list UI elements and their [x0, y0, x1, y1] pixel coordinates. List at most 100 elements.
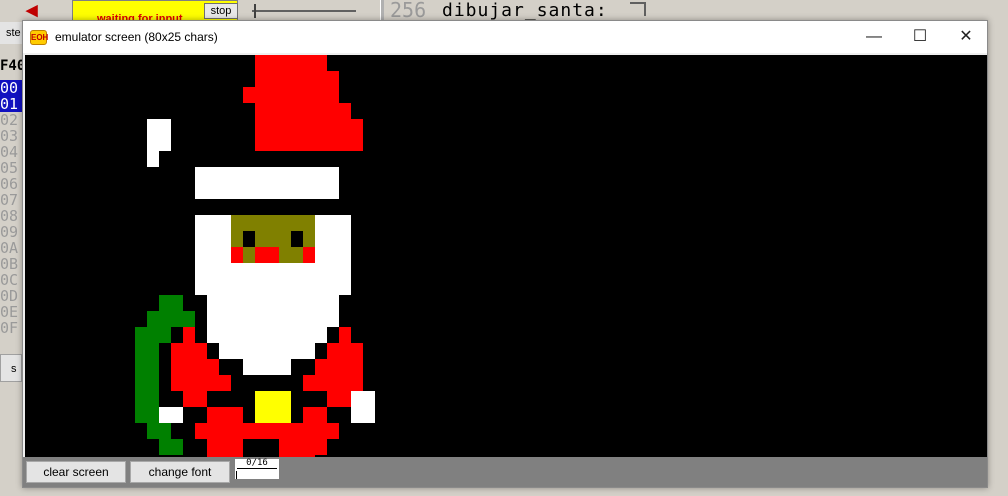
sprite-pixel — [219, 279, 231, 295]
side-button[interactable]: s — [0, 354, 22, 382]
sprite-pixel — [219, 359, 231, 375]
sprite-pixel — [291, 167, 303, 183]
step-back-icon[interactable]: ◀ — [26, 3, 42, 19]
sprite-pixel — [279, 375, 291, 391]
sprite-pixel — [279, 343, 291, 359]
sprite-pixel — [207, 279, 219, 295]
sprite-pixel — [303, 359, 315, 375]
sprite-pixel — [195, 183, 207, 199]
toolbar-divider — [380, 0, 384, 22]
sprite-pixel — [159, 375, 171, 391]
sprite-pixel — [315, 215, 327, 231]
sprite-pixel — [243, 183, 255, 199]
sprite-pixel — [291, 407, 303, 423]
memory-row: 0C — [0, 271, 19, 289]
minimize-button[interactable]: — — [851, 21, 897, 53]
sprite-pixel — [243, 279, 255, 295]
close-button[interactable]: ✕ — [943, 21, 989, 53]
sprite-pixel — [291, 327, 303, 343]
clear-screen-button[interactable]: clear screen — [26, 461, 126, 483]
sprite-pixel — [231, 391, 243, 407]
sprite-pixel — [135, 375, 147, 391]
sprite-pixel — [291, 263, 303, 279]
sprite-pixel — [315, 343, 327, 359]
sprite-pixel — [171, 375, 183, 391]
app-icon: ЕОН — [30, 30, 48, 45]
sprite-pixel — [267, 87, 279, 103]
santa-drawing — [135, 55, 375, 457]
sprite-pixel — [195, 215, 207, 231]
sprite-pixel — [351, 343, 363, 359]
sprite-pixel — [363, 407, 375, 423]
sprite-pixel — [135, 327, 147, 343]
sprite-pixel — [303, 71, 315, 87]
change-font-button[interactable]: change font — [130, 461, 230, 483]
sprite-pixel — [267, 167, 279, 183]
sprite-pixel — [339, 391, 351, 407]
sprite-pixel — [147, 311, 159, 327]
sprite-pixel — [351, 327, 363, 343]
sprite-pixel — [207, 311, 219, 327]
sprite-pixel — [315, 311, 327, 327]
sprite-pixel — [327, 359, 339, 375]
sprite-pixel — [231, 423, 243, 439]
sprite-pixel — [171, 391, 183, 407]
sprite-pixel — [363, 391, 375, 407]
sprite-pixel — [303, 247, 315, 263]
sprite-pixel — [231, 375, 243, 391]
sprite-pixel — [303, 183, 315, 199]
sprite-pixel — [303, 407, 315, 423]
sprite-pixel — [327, 231, 339, 247]
title-bar[interactable]: ЕОН emulator screen (80x25 chars) — ☐ ✕ — [23, 21, 987, 53]
sprite-pixel — [183, 311, 195, 327]
sprite-pixel — [255, 295, 267, 311]
sprite-pixel — [279, 359, 291, 375]
stop-button[interactable]: stop — [204, 3, 238, 19]
sprite-pixel — [267, 423, 279, 439]
sprite-pixel — [303, 263, 315, 279]
sprite-pixel — [327, 247, 339, 263]
sprite-pixel — [243, 391, 255, 407]
sprite-pixel — [267, 279, 279, 295]
sprite-pixel — [207, 439, 219, 455]
sprite-pixel — [291, 119, 303, 135]
sprite-pixel — [267, 183, 279, 199]
sprite-pixel — [327, 311, 339, 327]
maximize-button[interactable]: ☐ — [897, 21, 943, 53]
sprite-pixel — [327, 263, 339, 279]
sprite-pixel — [195, 375, 207, 391]
sprite-pixel — [195, 231, 207, 247]
sprite-pixel — [303, 391, 315, 407]
sprite-pixel — [267, 215, 279, 231]
sprite-pixel — [207, 247, 219, 263]
slider-thumb[interactable] — [254, 4, 256, 18]
sprite-pixel — [303, 423, 315, 439]
sprite-pixel — [231, 327, 243, 343]
sprite-pixel — [303, 375, 315, 391]
sprite-pixel — [291, 391, 303, 407]
window-title: emulator screen (80x25 chars) — [55, 30, 218, 44]
sprite-pixel — [363, 343, 375, 359]
speed-slider[interactable] — [252, 4, 358, 18]
sprite-pixel — [207, 327, 219, 343]
sprite-pixel — [255, 311, 267, 327]
sprite-pixel — [279, 71, 291, 87]
sprite-pixel — [195, 263, 207, 279]
sprite-pixel — [171, 327, 183, 343]
sprite-pixel — [315, 103, 327, 119]
sprite-pixel — [219, 391, 231, 407]
sprite-pixel — [291, 87, 303, 103]
sprite-pixel — [315, 327, 327, 343]
sprite-pixel — [195, 359, 207, 375]
sprite-pixel — [171, 295, 183, 311]
sprite-pixel — [303, 119, 315, 135]
sprite-pixel — [219, 263, 231, 279]
sprite-pixel — [207, 263, 219, 279]
sprite-pixel — [171, 311, 183, 327]
sprite-pixel — [183, 343, 195, 359]
sprite-pixel — [219, 327, 231, 343]
memory-row: 03 — [0, 127, 19, 145]
sprite-pixel — [243, 87, 255, 103]
sprite-pixel — [315, 167, 327, 183]
sprite-pixel — [219, 215, 231, 231]
